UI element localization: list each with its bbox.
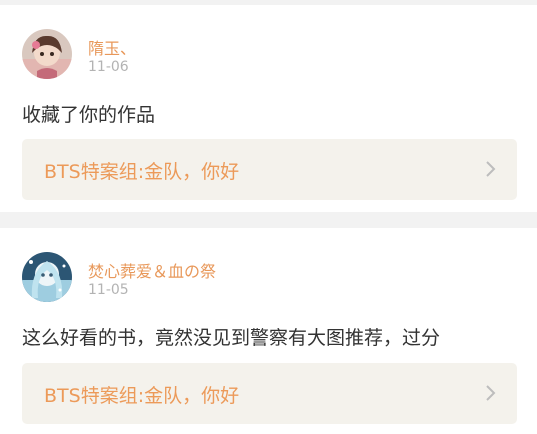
avatar[interactable] — [22, 252, 72, 302]
comment-card: 焚心葬爱＆血の祭 11-05 这么好看的书，竟然没见到警察有大图推荐，过分 BT… — [0, 228, 537, 434]
chevron-right-icon — [486, 161, 496, 177]
work-title: BTS特案组:金队，你好 — [44, 161, 240, 183]
comment-text: 收藏了你的作品 — [22, 104, 156, 126]
chevron-right-icon — [486, 385, 496, 401]
username[interactable]: 隋玉、 — [88, 35, 136, 59]
work-link[interactable]: BTS特案组:金队，你好 — [22, 363, 517, 424]
comment-card: 隋玉、 11-06 收藏了你的作品 BTS特案组:金队，你好 — [0, 5, 537, 212]
avatar[interactable] — [22, 29, 72, 79]
username[interactable]: 焚心葬爱＆血の祭 — [88, 258, 216, 282]
comment-text: 这么好看的书，竟然没见到警察有大图推荐，过分 — [22, 327, 441, 349]
comment-time: 11-06 — [88, 59, 129, 75]
work-title: BTS特案组:金队，你好 — [44, 385, 240, 407]
comment-time: 11-05 — [88, 282, 129, 298]
work-link[interactable]: BTS特案组:金队，你好 — [22, 139, 517, 200]
